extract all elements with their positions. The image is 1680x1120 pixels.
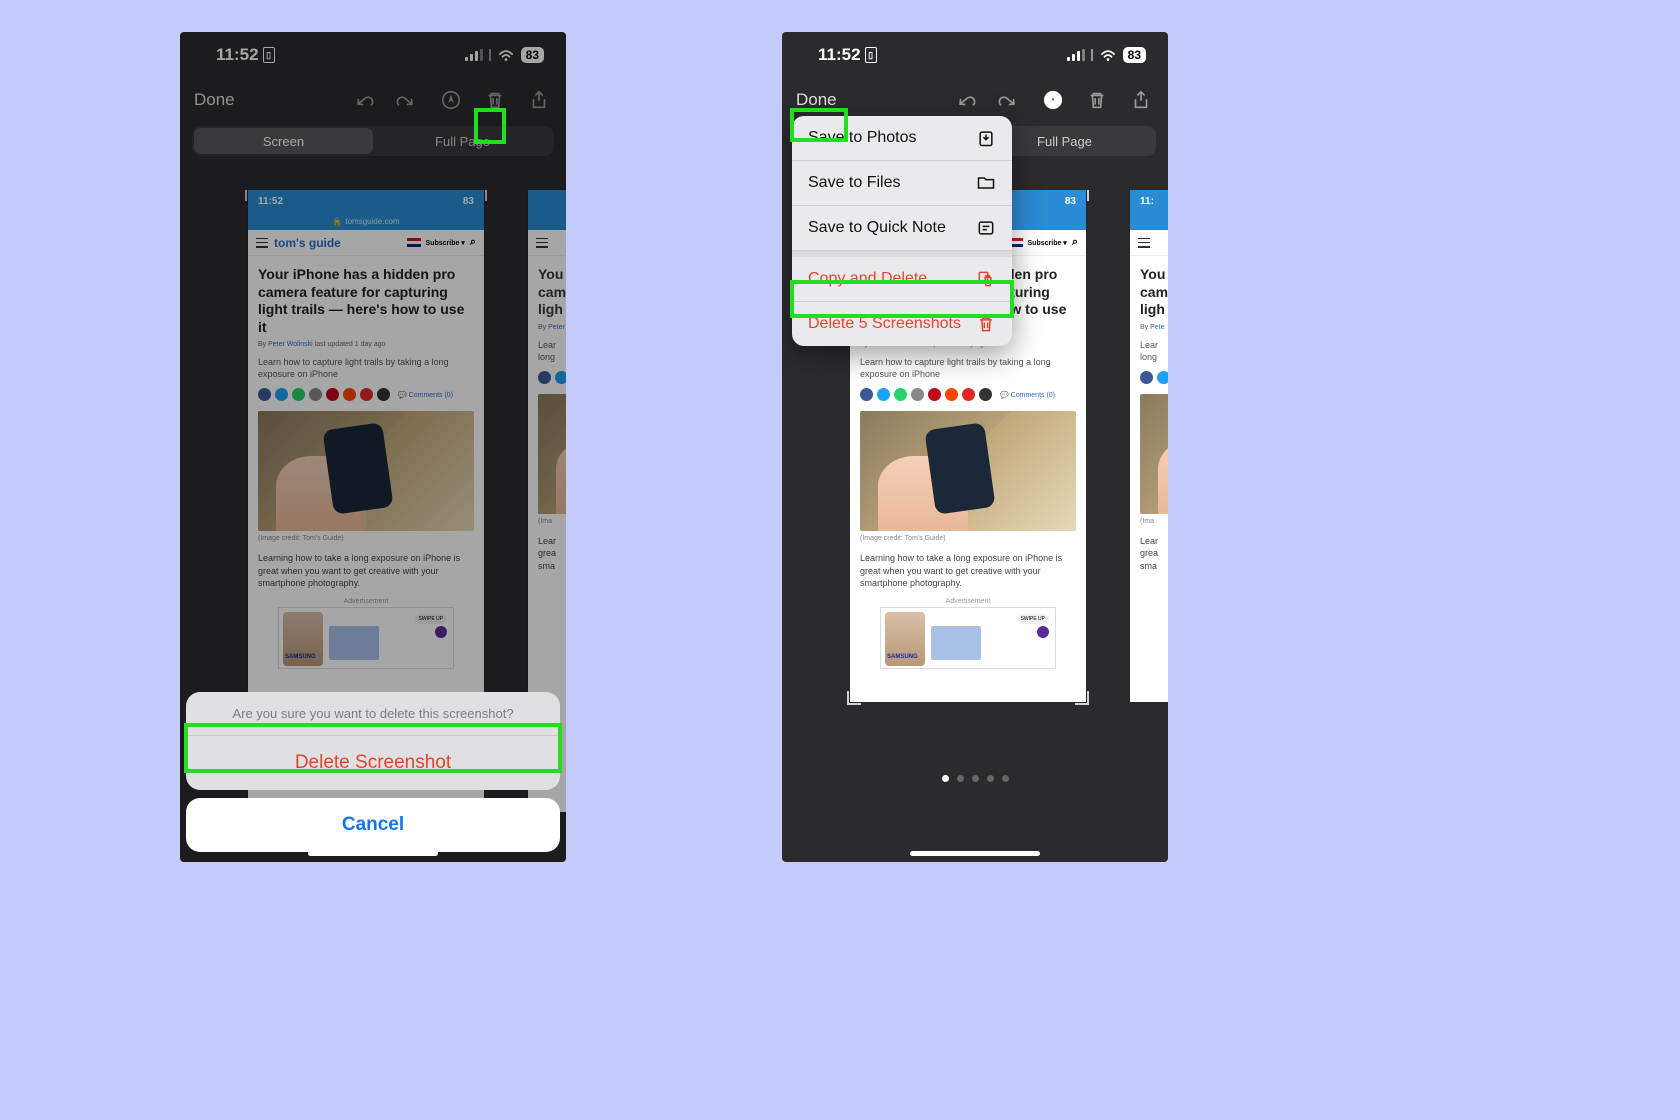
trash-icon [976,314,996,334]
share-icon[interactable] [1128,87,1154,113]
cancel-button[interactable]: Cancel [186,798,560,852]
sheet-message: Are you sure you want to delete this scr… [186,692,560,735]
screenshot-card-next[interactable]: 11: Youcamligh By Pete Learlong (Ima Lea… [1130,190,1168,702]
done-menu: Save to Photos Save to Files Save to Qui… [792,116,1012,346]
search-icon: ⌕ [1072,236,1078,249]
page-dots [782,775,1168,782]
save-photos-icon [976,128,996,148]
status-bar: 11:52 ▯ 83 [782,32,1168,78]
signal-icon [1067,49,1085,61]
home-indicator[interactable] [308,851,438,856]
menu-delete-screenshots[interactable]: Delete 5 Screenshots [792,302,1012,346]
phone-left: 11:52 ▯ 83 Done Screen Full Page 11 [180,32,566,862]
battery-level: 83 [1123,47,1146,63]
status-time: 11:52 [818,45,861,65]
undo-icon[interactable] [952,87,978,113]
action-sheet: Are you sure you want to delete this scr… [186,692,560,852]
redo-icon[interactable] [996,87,1022,113]
trash-icon[interactable] [1084,87,1110,113]
folder-icon [976,173,996,193]
menu-save-photos[interactable]: Save to Photos [792,116,1012,161]
phone-right: 11:52 ▯ 83 Done Screen Full Page 11:52 [782,32,1168,862]
menu-save-note[interactable]: Save to Quick Note [792,206,1012,251]
menu-save-files[interactable]: Save to Files [792,161,1012,206]
delete-screenshot-button[interactable]: Delete Screenshot [186,735,560,790]
copy-trash-icon [976,269,996,289]
done-button[interactable]: Done [796,90,837,110]
menu-copy-delete[interactable]: Copy and Delete [792,251,1012,302]
note-icon [976,218,996,238]
focus-icon: ▯ [865,47,877,63]
markup-pen-icon[interactable] [1040,87,1066,113]
home-indicator[interactable] [910,851,1040,856]
wifi-icon [1099,48,1117,62]
